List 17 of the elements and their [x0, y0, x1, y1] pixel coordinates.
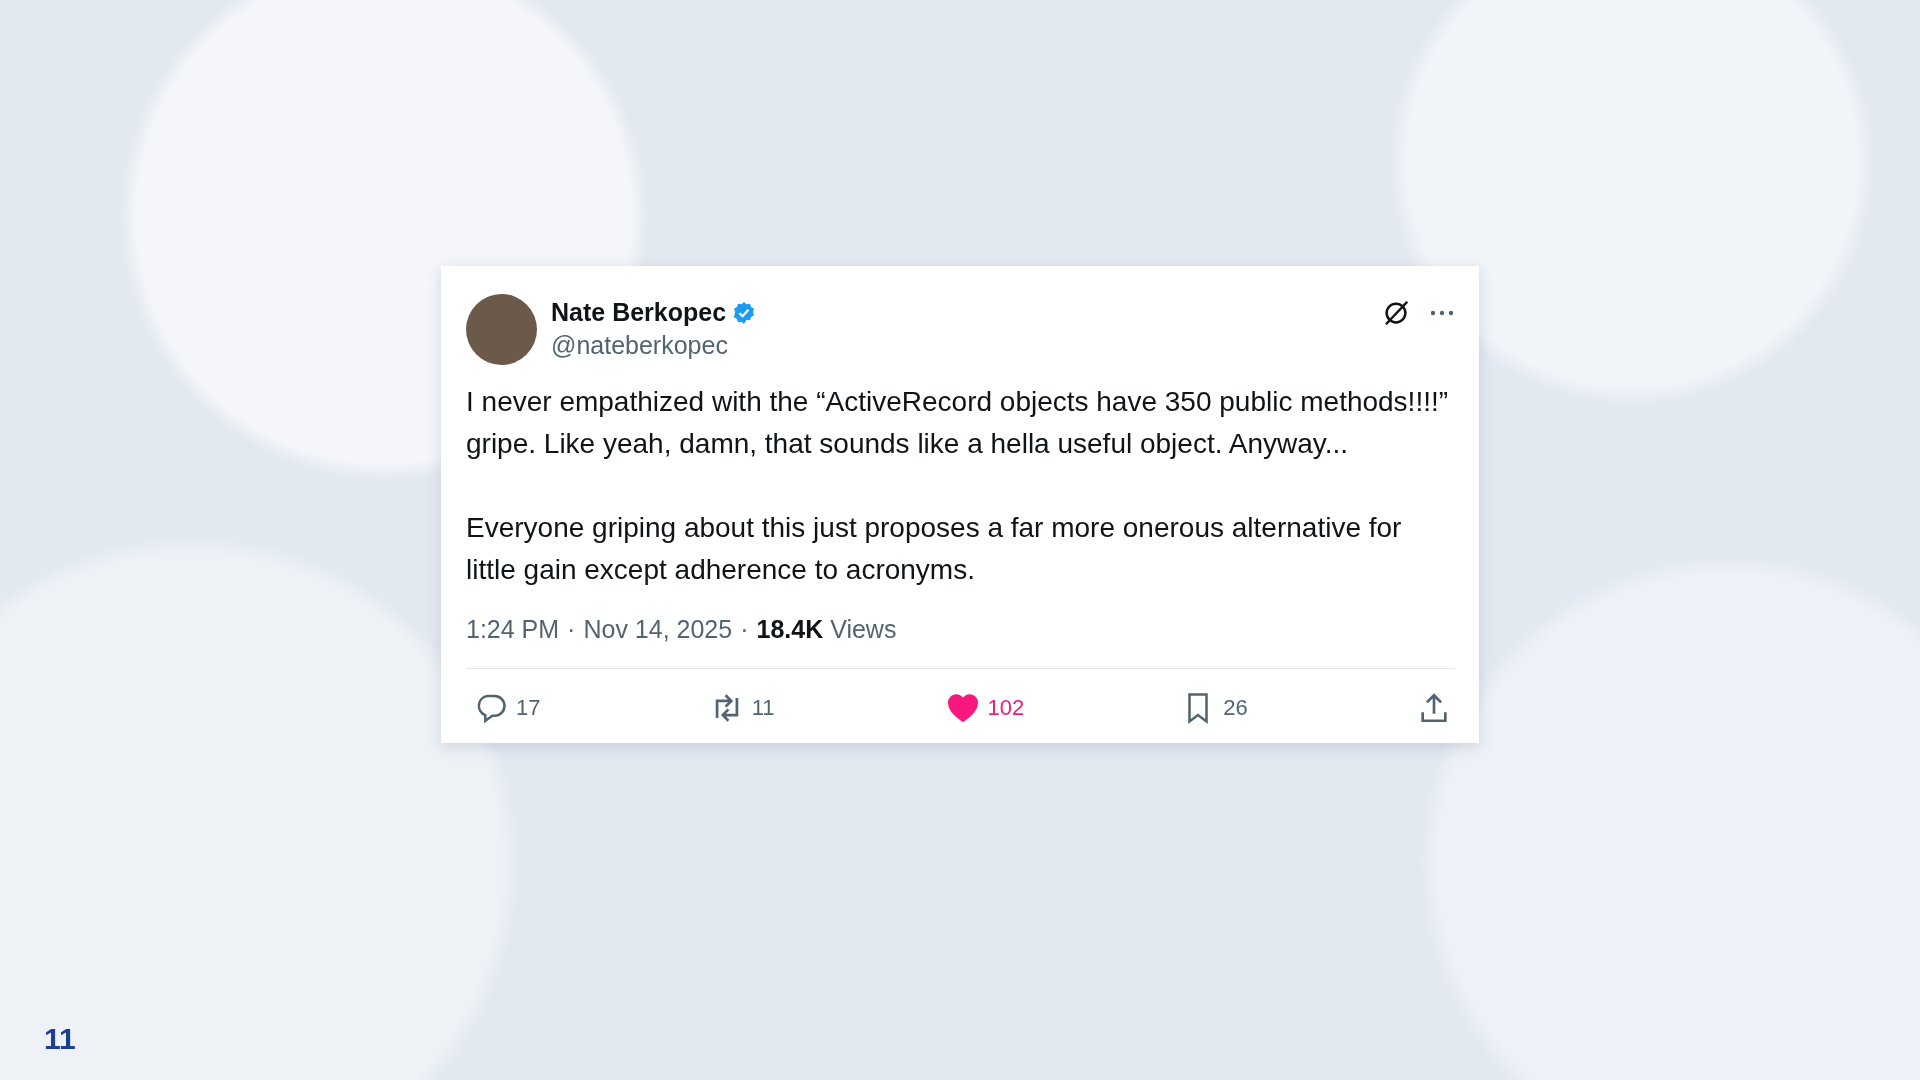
action-count: 11 [751, 695, 775, 721]
tweet-text: Everyone griping about this just proposes a far more onerous alternative for little gain except adherence to acronyms. [466, 511, 1403, 587]
tweet-date[interactable]: Nov 14, 2025 [583, 615, 733, 644]
tweet-text: I never empathized with the “ActiveRecord objects have 350 public methods!!!!” gripe. Like yeah, damn, that sounds like a hella useful object. Anyway... [466, 385, 1450, 461]
author-name[interactable]: Nate Berkopec [551, 298, 727, 327]
slide-number: 11 [44, 1022, 76, 1056]
more-icon[interactable] [1429, 309, 1455, 317]
action-count: 26 [1223, 695, 1248, 721]
separator-dot: · [740, 615, 749, 644]
views-count: 18.4K [756, 615, 824, 643]
separator-dot: · [567, 615, 576, 644]
action-count: 17 [516, 695, 541, 721]
author-handle[interactable]: @nateberkopec [551, 331, 757, 360]
action-count: 102 [987, 695, 1025, 721]
tweet-time[interactable]: 1:24 PM [466, 615, 560, 644]
views-label: Views [830, 615, 897, 643]
heart-icon[interactable] [945, 691, 980, 725]
